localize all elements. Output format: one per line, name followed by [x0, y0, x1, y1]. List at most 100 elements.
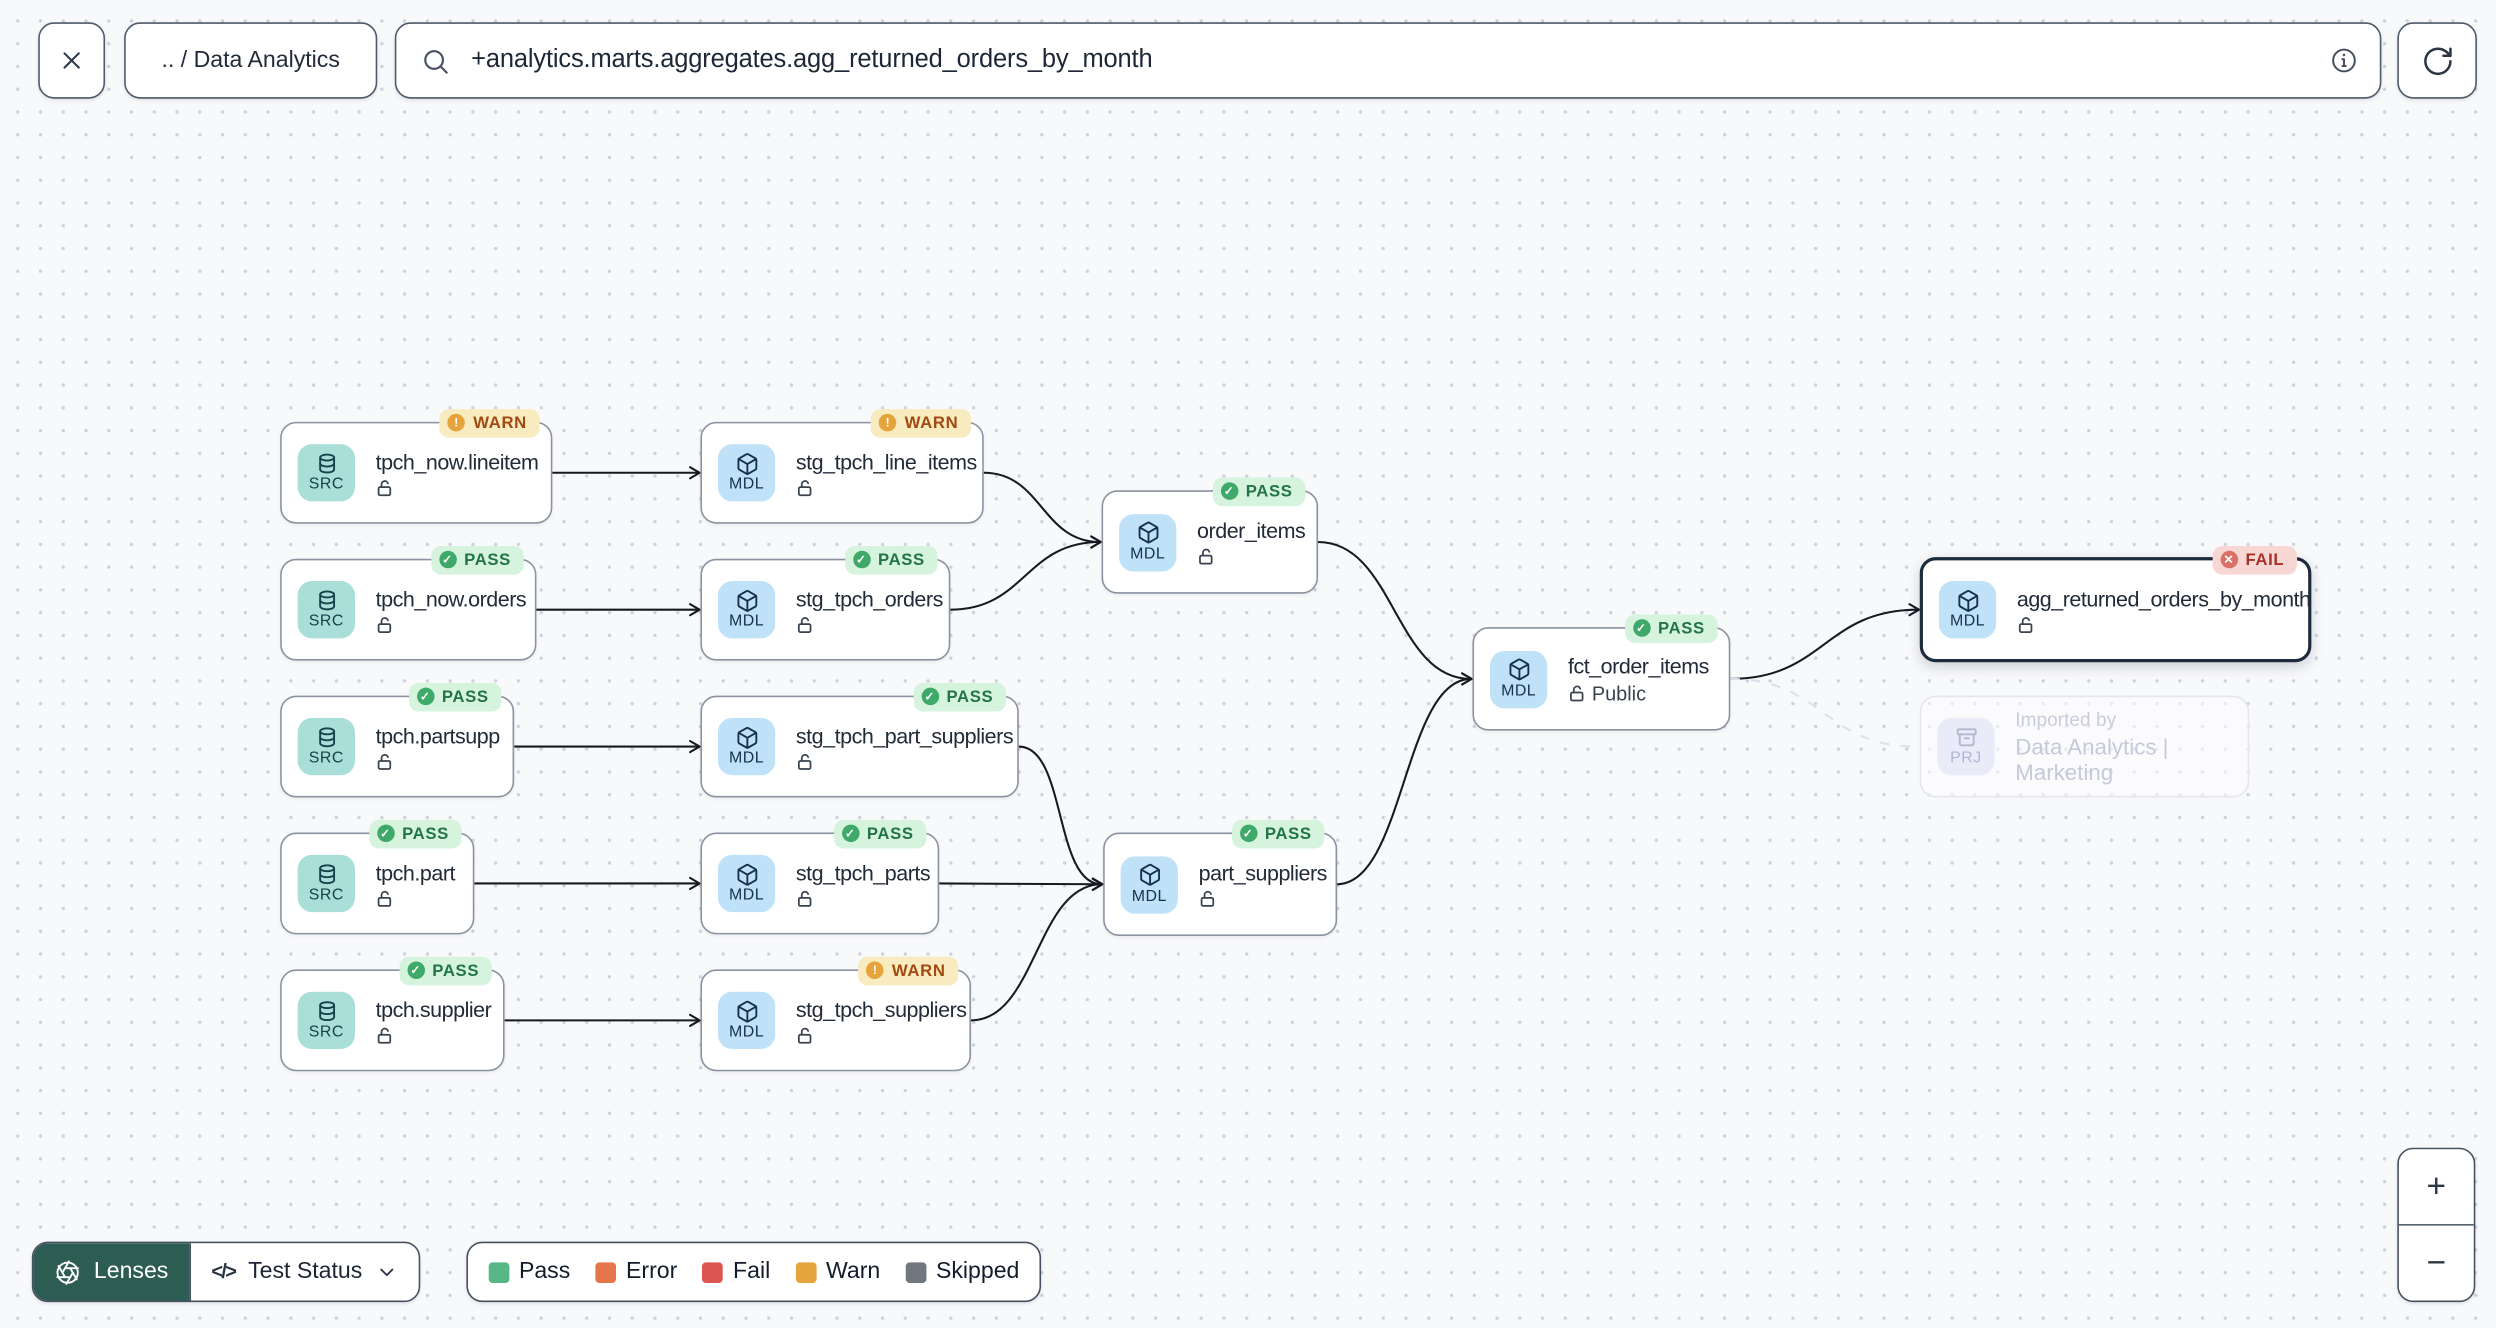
node-label: stg_tpch_suppliers	[795, 997, 967, 1022]
code-icon: </>	[211, 1260, 237, 1284]
node-sublabel	[796, 615, 820, 633]
status-dot-icon: !	[866, 961, 884, 979]
lock-open-icon	[376, 752, 394, 770]
search-input[interactable]	[468, 44, 2310, 77]
breadcrumb-label: .. / Data Analytics	[161, 47, 340, 74]
node-stg_suppliers[interactable]: ! WARN MDL stg_tpch_suppliers	[700, 955, 972, 1072]
refresh-button[interactable]	[2397, 22, 2477, 99]
chevron-down-icon	[379, 1268, 393, 1277]
node-type-icon: SRC	[297, 581, 355, 639]
x-icon	[63, 52, 80, 69]
aperture-icon	[56, 1259, 79, 1285]
node-label: stg_tpch_parts	[795, 860, 931, 885]
lock-open-icon	[796, 1026, 814, 1044]
node-order_items[interactable]: ✓ PASS MDL order_items	[1101, 476, 1319, 594]
node-src_part[interactable]: ✓ PASS SRC tpch.part	[280, 819, 475, 935]
status-dot-icon: ✓	[438, 550, 457, 569]
node-stg_orders[interactable]: ✓ PASS MDL stg_tpch_orders	[700, 545, 951, 661]
node-src_supplier[interactable]: ✓ PASS SRC tpch.supplier	[280, 955, 505, 1072]
node-type-icon: SRC	[297, 991, 355, 1050]
node-agg_returned_orders_by_month[interactable]: ✕ FAIL MDL agg_returned_orders_by_month	[1919, 545, 2312, 663]
node-type-icon: MDL	[1938, 581, 1997, 639]
status-dot-icon: ✓	[841, 824, 859, 843]
node-stg_line_items[interactable]: ! WARN MDL stg_tpch_line_items	[700, 408, 984, 524]
lenses-button[interactable]: Lenses	[33, 1243, 190, 1301]
legend-label: Pass	[518, 1259, 571, 1285]
legend-swatch	[905, 1261, 927, 1283]
node-type-icon: MDL	[1119, 513, 1177, 571]
node-label: stg_tpch_line_items	[795, 449, 977, 474]
lock-open-icon	[376, 478, 394, 496]
edge-fct_order_items-to-agg_returned_orders_by_month	[1730, 603, 1920, 680]
node-sublabel: Public	[1568, 682, 1646, 704]
test-status-badge: ✓ PASS	[844, 545, 938, 574]
node-label: tpch_now.lineitem	[375, 449, 539, 474]
legend-item-skipped: Skipped	[905, 1259, 1019, 1285]
breadcrumb[interactable]: .. / Data Analytics	[124, 22, 378, 99]
node-sublabel	[796, 1026, 820, 1044]
test-status-badge: ✓ PASS	[408, 682, 502, 711]
node-stg_parts[interactable]: ✓ PASS MDL stg_tpch_parts	[700, 819, 940, 935]
node-type-icon: SRC	[297, 444, 355, 502]
node-stg_part_suppliers[interactable]: ✓ PASS MDL stg_tpch_part_suppliers	[700, 682, 1019, 798]
zoom-controls: + −	[2397, 1147, 2476, 1303]
edge-fct_order_items-to-imported_by	[1730, 677, 1917, 748]
lock-open-icon	[1197, 548, 1215, 566]
test-status-badge: ✓ PASS	[833, 819, 927, 848]
edge-stg_suppliers-to-part_suppliers	[971, 877, 1104, 1022]
refresh-icon	[2423, 46, 2451, 75]
test-status-badge: ✓ PASS	[1231, 819, 1325, 848]
legend-item-pass: Pass	[488, 1259, 571, 1285]
node-type-icon: MDL	[1489, 650, 1548, 708]
info-icon[interactable]	[2329, 45, 2359, 75]
node-fct_order_items[interactable]: ✓ PASS MDL fct_order_items Public	[1472, 613, 1731, 731]
lock-open-icon	[796, 889, 814, 907]
edge-part_suppliers-to-fct_order_items	[1337, 672, 1473, 886]
status-dot-icon: ✓	[1632, 619, 1651, 637]
test-status-badge: ✕ FAIL	[2212, 545, 2298, 574]
lineage-canvas[interactable]: ! WARN SRC tpch_now.lineitem ✓ PASS SRC …	[0, 0, 2496, 1328]
status-dot-icon: ✓	[1239, 824, 1257, 843]
lock-open-icon	[1199, 890, 1217, 908]
lock-open-icon	[376, 889, 394, 907]
lens-selector-label: Test Status	[248, 1259, 363, 1285]
edge-order_items-to-fct_order_items	[1318, 540, 1473, 686]
node-type-icon: MDL	[717, 991, 776, 1050]
node-sublabel	[376, 752, 400, 770]
node-src_partsupp[interactable]: ✓ PASS SRC tpch.partsupp	[280, 682, 515, 798]
lenses-control: Lenses </> Test Status	[31, 1241, 420, 1303]
node-type-icon: MDL	[1120, 855, 1178, 913]
status-dot-icon: ✓	[416, 687, 434, 706]
lock-open-icon	[796, 478, 814, 496]
node-label: tpch_now.orders	[375, 586, 527, 611]
test-status-badge: ✓ PASS	[913, 682, 1007, 711]
lock-open-icon	[796, 752, 814, 770]
node-imported_by[interactable]: PRJ Imported by Data Analytics | Marketi…	[1919, 695, 2250, 798]
legend-label: Error	[625, 1259, 678, 1285]
lock-open-icon	[376, 1026, 394, 1044]
node-label: tpch.supplier	[375, 997, 492, 1022]
node-src_lineitem[interactable]: ! WARN SRC tpch_now.lineitem	[280, 408, 553, 524]
node-label: fct_order_items	[1567, 653, 1709, 678]
status-dot-icon: !	[879, 413, 897, 432]
search-bar[interactable]	[394, 22, 2382, 99]
legend-swatch	[488, 1261, 510, 1283]
zoom-in-button[interactable]: +	[2398, 1149, 2474, 1225]
status-dot-icon: ✓	[921, 687, 939, 706]
legend-swatch	[595, 1261, 617, 1283]
node-src_orders[interactable]: ✓ PASS SRC tpch_now.orders	[280, 545, 537, 661]
node-type-icon: MDL	[717, 854, 776, 913]
node-label: agg_returned_orders_by_month	[2016, 586, 2311, 611]
node-sublabel	[376, 889, 400, 907]
lineage-edges	[474, 466, 1920, 1027]
legend-item-warn: Warn	[795, 1259, 880, 1285]
lens-selector[interactable]: </> Test Status	[189, 1243, 418, 1301]
lock-open-icon	[796, 615, 814, 633]
node-label: tpch.partsupp	[375, 723, 500, 748]
node-sublabel	[376, 615, 400, 633]
status-dot-icon: ✓	[852, 550, 871, 569]
legend-item-fail: Fail	[702, 1259, 770, 1285]
node-part_suppliers[interactable]: ✓ PASS MDL part_suppliers	[1103, 819, 1338, 936]
close-button[interactable]	[38, 22, 106, 99]
zoom-out-button[interactable]: −	[2398, 1225, 2474, 1301]
